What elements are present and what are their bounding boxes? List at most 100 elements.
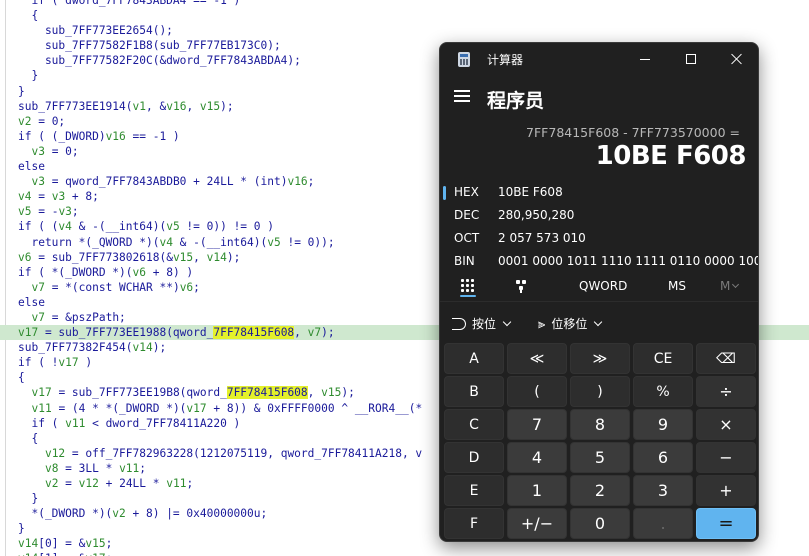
code-line-text: v8 = 3LL * v11;	[44, 461, 147, 475]
bitwise-dropdown[interactable]: 按位	[452, 315, 512, 332]
key-2[interactable]: 2	[570, 475, 630, 506]
code-line-text: }	[18, 492, 39, 506]
code-line-text: sub_7FF77582F20C(&dword_7FF7843ABDA4);	[18, 54, 301, 68]
close-icon	[731, 53, 743, 65]
code-line-text: v17 = sub_7FF773EE1988(qword_7FF78415F60…	[18, 326, 335, 340]
key-b[interactable]: B	[444, 376, 504, 407]
minimize-icon	[640, 58, 650, 60]
key-4[interactable]: 4	[507, 442, 567, 473]
key-multiply[interactable]: ×	[696, 409, 756, 440]
code-line-text: else	[18, 160, 45, 174]
code-line-text: sub_7FF773EE2654();	[18, 24, 173, 38]
code-line-text: {	[18, 9, 39, 23]
code-line-text: v5 = -v3;	[18, 205, 79, 219]
code-line-text: v2 = v12 + 24LL * v11;	[44, 477, 194, 490]
result-display: 10BE F608	[595, 141, 747, 171]
code-line-text: }	[18, 69, 39, 83]
minimize-button[interactable]	[622, 43, 668, 75]
key-0[interactable]: 0	[570, 508, 630, 539]
word-size-button[interactable]: QWORD	[579, 279, 627, 293]
radix-row-bin[interactable]: BIN 0001 0000 1011 1110 1111 0110 0000 10…	[440, 250, 759, 273]
key-1[interactable]: 1	[507, 475, 567, 506]
key-open-paren[interactable]: (	[507, 376, 567, 407]
key-6[interactable]: 6	[633, 442, 693, 473]
key-shift-left[interactable]: ≪	[507, 343, 567, 374]
maximize-button[interactable]	[668, 43, 714, 75]
code-line-text: v3 = qword_7FF7843ABDB0 + 24LL * (int)v1…	[31, 175, 315, 189]
key-modulo[interactable]: %	[633, 376, 693, 407]
code-line: sub_7FF773EE2654();	[0, 23, 809, 38]
key-add[interactable]: +	[696, 475, 756, 506]
radix-row-hex[interactable]: HEX 10BE F608	[440, 181, 758, 204]
mode-title: 程序员	[487, 90, 545, 112]
key-c[interactable]: C	[444, 409, 504, 440]
key-f[interactable]: F	[444, 508, 504, 539]
code-line-text: v2 = 0;	[18, 114, 66, 128]
key-a[interactable]: A	[444, 343, 504, 374]
memory-view-button[interactable]: M	[720, 279, 740, 293]
code-line-text: if ( (v4 & -(__int64)(v5 != 0)) != 0 )	[18, 220, 274, 234]
key-shift-right[interactable]: ≫	[570, 343, 630, 374]
bit-toggling-keypad-icon[interactable]	[515, 279, 527, 293]
key-ce[interactable]: CE	[633, 343, 693, 374]
key-3[interactable]: 3	[633, 475, 693, 506]
key-backspace[interactable]: ⌫	[696, 343, 756, 374]
code-line-text: v3 = 0;	[31, 144, 79, 158]
code-line-text: v14[0] = &v15;	[18, 537, 113, 551]
memory-store-button[interactable]: MS	[668, 279, 686, 293]
code-line-text: v4 = v3 + 8;	[18, 190, 99, 204]
code-line-text: v7 = *(const WCHAR **)v6;	[31, 280, 200, 294]
bit-shift-dropdown[interactable]: ⫸ 位移位	[538, 315, 603, 332]
code-line-text: sub_7FF773EE1914(v1, &v16, v15);	[18, 99, 234, 113]
title-bar[interactable]: 计算器	[440, 43, 758, 75]
code-line-text: v6 = sub_7FF773802618(&v15, v14);	[18, 250, 241, 264]
code-line-text: sub_7FF77582F1B8(sub_7FF77EB173C0);	[18, 39, 281, 53]
radix-label: OCT	[454, 231, 480, 245]
key-close-paren[interactable]: )	[570, 376, 630, 407]
active-keypad-indicator	[460, 295, 476, 297]
key-equals[interactable]: =	[696, 508, 756, 539]
window-title: 计算器	[487, 53, 524, 67]
key-e[interactable]: E	[444, 475, 504, 506]
code-line-text: {	[18, 371, 25, 385]
radix-value: 10BE F608	[498, 185, 563, 199]
radix-value: 0001 0000 1011 1110 1111 0110 0000 1000	[498, 254, 759, 268]
full-keypad-icon[interactable]	[460, 278, 476, 294]
radix-value: 2 057 573 010	[498, 231, 586, 245]
key-negate[interactable]: +/−	[507, 508, 567, 539]
key-d[interactable]: D	[444, 442, 504, 473]
radix-row-dec[interactable]: DEC 280,950,280	[440, 204, 758, 227]
radix-label: HEX	[454, 185, 479, 199]
calculator-window[interactable]: 计算器 程序员 7FF78415F608 - 7FF773570000 = 10…	[439, 42, 759, 542]
key-subtract[interactable]: −	[696, 442, 756, 473]
code-line-text: {	[18, 431, 39, 445]
bitwise-gate-icon	[452, 318, 466, 330]
expression-display: 7FF78415F608 - 7FF773570000 =	[526, 125, 740, 140]
menu-hamburger-icon[interactable]	[454, 89, 472, 103]
code-line-text: *(_DWORD *)(v2 + 8) |= 0x40000000u;	[18, 507, 268, 521]
key-9[interactable]: 9	[633, 409, 693, 440]
code-line-text: v7 = &pszPath;	[31, 310, 126, 324]
separator	[440, 301, 758, 302]
code-line: if ( dword_7FF7843ABDA4 == -1 )	[0, 0, 809, 8]
key-decimal[interactable]: .	[633, 508, 693, 539]
radix-row-oct[interactable]: OCT 2 057 573 010	[440, 227, 758, 250]
radix-label: BIN	[454, 254, 475, 268]
code-line-text: v14[1] = &v17;	[0, 552, 112, 556]
code-line-text: if ( (_DWORD)v16 == -1 )	[18, 129, 180, 143]
code-line-text: return *(_QWORD *)(v4 & -(__int64)(v5 !=…	[18, 235, 335, 249]
key-divide[interactable]: ÷	[696, 376, 756, 407]
key-8[interactable]: 8	[570, 409, 630, 440]
code-line-text: if ( v11 < dword_7FF78411A220 )	[18, 416, 241, 430]
key-7[interactable]: 7	[507, 409, 567, 440]
active-radix-indicator	[443, 186, 446, 200]
code-line: {	[0, 8, 809, 23]
radix-value: 280,950,280	[498, 208, 575, 222]
code-line-text: sub_7FF77382F454(v14);	[18, 341, 167, 355]
maximize-icon	[686, 54, 696, 64]
close-button[interactable]	[714, 43, 758, 75]
key-5[interactable]: 5	[570, 442, 630, 473]
code-line-text: }	[18, 84, 25, 98]
code-line-text: else	[18, 295, 45, 309]
keypad-type-bar: QWORD MS M	[440, 275, 758, 299]
